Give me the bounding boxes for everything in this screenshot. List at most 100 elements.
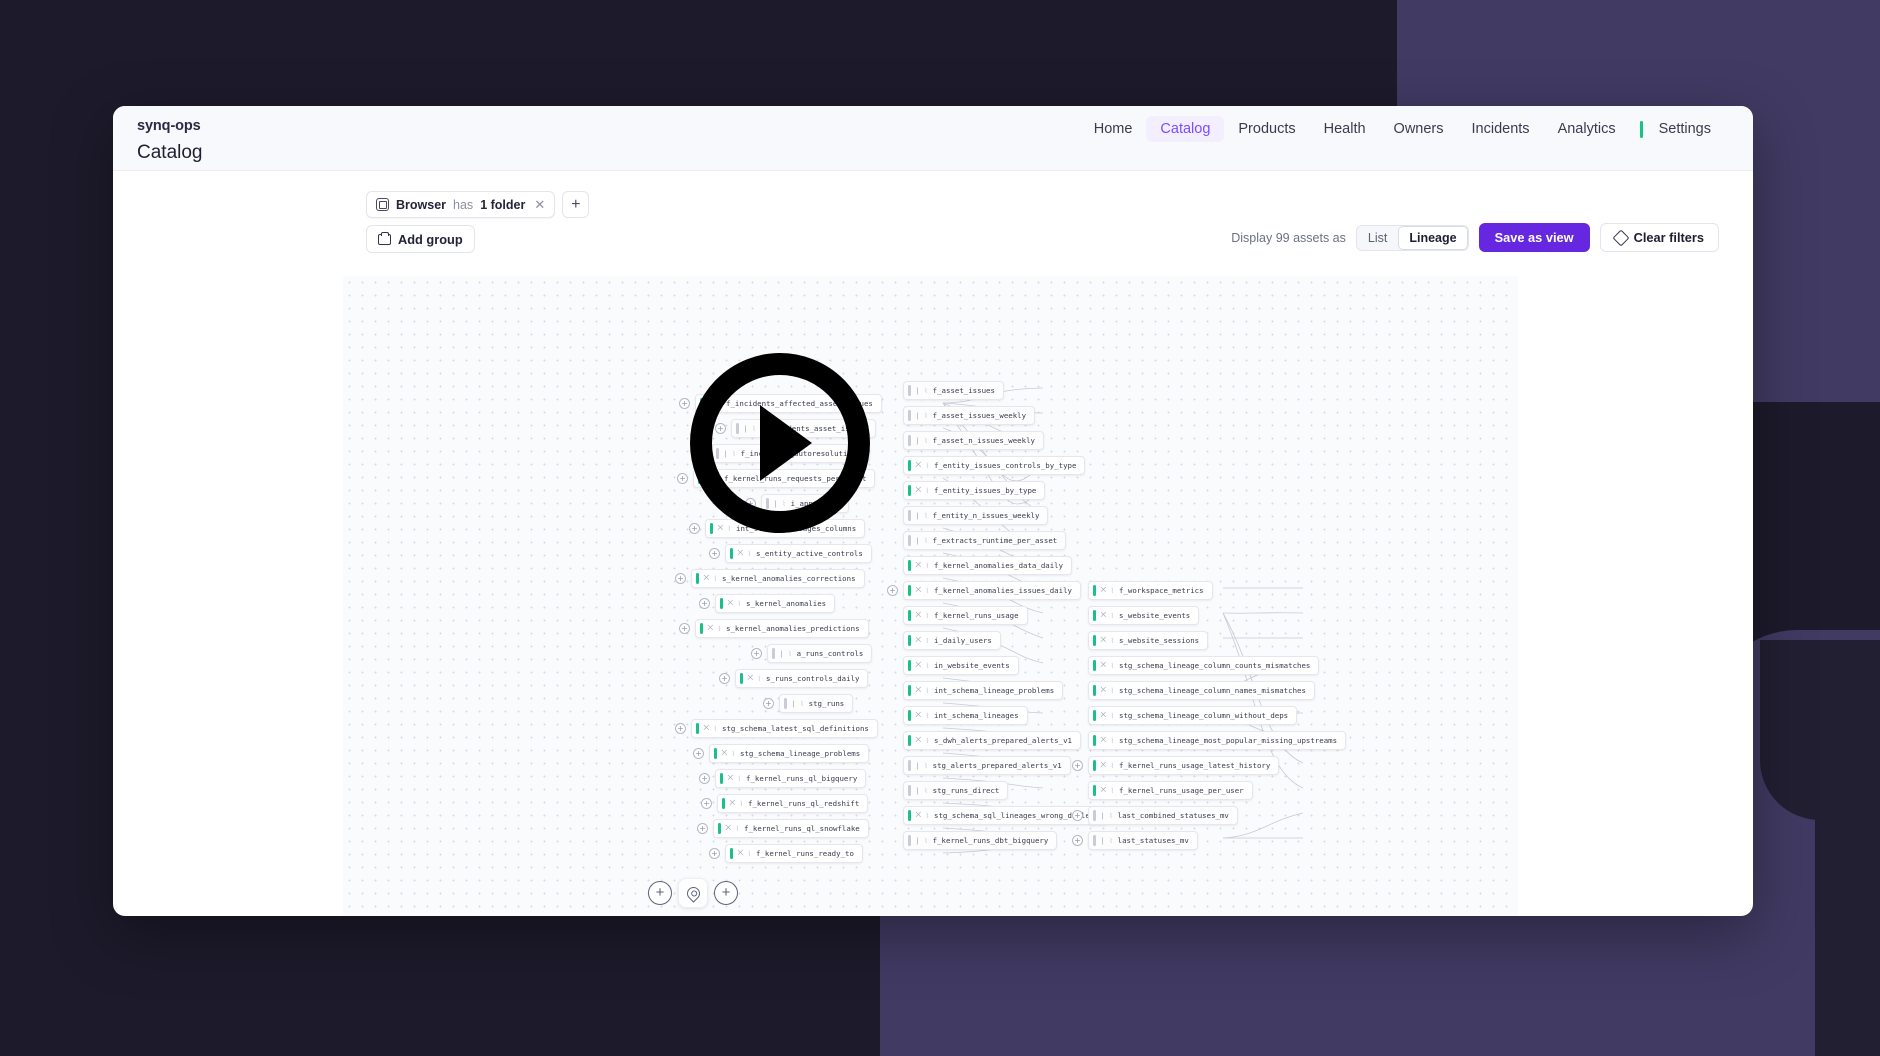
node-expander-icon[interactable]: +	[887, 585, 898, 596]
node-expander-icon[interactable]: +	[709, 848, 720, 859]
lineage-node[interactable]: ⨉ ⌇ f_kernel_runs_ql_bigquery	[715, 769, 867, 788]
lineage-node[interactable]: ⨉ ⌇ s_website_sessions	[1088, 631, 1209, 650]
lineage-node[interactable]: ∣ ⌇ stg_alerts_prepared_alerts_v1	[903, 756, 1071, 775]
node-expander-icon[interactable]: +	[719, 673, 730, 684]
zoom-in-button-left[interactable]: +	[648, 881, 672, 905]
lineage-node[interactable]: ⨉ ⌇ f_kernel_anomalies_data_daily	[903, 556, 1073, 575]
lineage-node[interactable]: ⨉ ⌇ f_kernel_runs_usage	[903, 606, 1028, 625]
lineage-node[interactable]: ⨉ ⌇ s_kernel_anomalies_corrections	[691, 569, 865, 588]
node-expander-icon[interactable]: +	[763, 698, 774, 709]
nav-item-settings[interactable]: Settings	[1645, 116, 1725, 142]
lineage-node[interactable]: ⨉ ⌇ in_website_events	[903, 656, 1019, 675]
source-icon: ⌇	[731, 749, 736, 758]
lineage-node[interactable]: ∣ ⌇ f_extracts_runtime_per_asset	[903, 531, 1067, 550]
lineage-node[interactable]: ∣ ⌇ stg_runs	[779, 694, 854, 713]
lineage-canvas[interactable]: + ⨉ ⌇ f_incidents_affected_asset_issues + ∣ ⌇ f…	[343, 276, 1518, 916]
display-count-label: Display 99 assets as	[1231, 230, 1346, 245]
view-mode-list[interactable]: List	[1357, 226, 1398, 250]
lineage-node[interactable]: ∣ ⌇ f_asset_issues_weekly	[903, 406, 1036, 425]
lineage-node[interactable]: ⨉ ⌇ s_kernel_anomalies	[715, 594, 836, 613]
source-icon: ⌇	[737, 599, 742, 608]
lineage-node[interactable]: ∣ ⌇ a_runs_controls	[767, 644, 873, 663]
play-button-overlay[interactable]	[690, 353, 870, 533]
workspace-brand[interactable]: synq-ops	[137, 118, 201, 134]
nav-item-catalog[interactable]: Catalog	[1146, 116, 1225, 142]
close-icon[interactable]: ✕	[532, 197, 545, 213]
asset-type-icon: ∣	[915, 511, 920, 520]
asset-type-icon: ⨉	[1100, 786, 1107, 794]
node-expander-icon[interactable]: +	[675, 573, 686, 584]
lineage-node[interactable]: ⨉ ⌇ stg_schema_latest_sql_definitions	[691, 719, 878, 738]
lineage-node[interactable]: ⨉ ⌇ f_entity_issues_controls_by_type	[903, 456, 1086, 475]
lineage-node[interactable]: ⨉ ⌇ s_website_events	[1088, 606, 1200, 625]
lineage-node[interactable]: ∣ ⌇ f_entity_n_issues_weekly	[903, 506, 1049, 525]
lineage-node[interactable]: ⨉ ⌇ s_runs_controls_daily	[735, 669, 869, 688]
lineage-node[interactable]: ⨉ ⌇ int_schema_lineages	[903, 706, 1028, 725]
nav-item-incidents[interactable]: Incidents	[1458, 116, 1544, 142]
lineage-node[interactable]: ⨉ ⌇ int_schema_lineage_problems	[903, 681, 1064, 700]
node-expander-icon[interactable]: +	[751, 648, 762, 659]
view-mode-lineage[interactable]: Lineage	[1398, 225, 1468, 250]
save-as-view-button[interactable]: Save as view	[1478, 223, 1590, 252]
node-expander-icon[interactable]: +	[697, 823, 708, 834]
node-expander-icon[interactable]: +	[701, 798, 712, 809]
lineage-node[interactable]: ∣ ⌇ f_kernel_runs_dbt_bigquery	[903, 831, 1058, 850]
node-expander-icon[interactable]: +	[679, 398, 690, 409]
lineage-node[interactable]: ⨉ ⌇ s_dwh_alerts_prepared_alerts_v1	[903, 731, 1081, 750]
node-expander-icon[interactable]: +	[675, 723, 686, 734]
node-expander-icon[interactable]: +	[1072, 760, 1083, 771]
node-expander-icon[interactable]: +	[1072, 810, 1083, 821]
lineage-node[interactable]: ⨉ ⌇ stg_schema_lineage_column_counts_misma…	[1088, 656, 1320, 675]
node-expander-icon[interactable]: +	[1072, 835, 1083, 846]
lineage-node[interactable]: ⨉ ⌇ f_workspace_metrics	[1088, 581, 1213, 600]
lineage-node[interactable]: ⨉ ⌇ f_kernel_runs_ql_redshift	[717, 794, 869, 813]
add-filter-button[interactable]: +	[562, 191, 590, 218]
clear-filters-button[interactable]: Clear filters	[1599, 223, 1719, 252]
lineage-node[interactable]: ∣ ⌇ stg_runs_direct	[903, 781, 1009, 800]
lineage-node[interactable]: ⨉ ⌇ f_entity_issues_by_type	[903, 481, 1046, 500]
nav-item-analytics[interactable]: Analytics	[1544, 116, 1630, 142]
map-pin-button[interactable]	[678, 878, 708, 908]
status-bar-healthy	[1093, 660, 1096, 671]
node-expander-icon[interactable]: +	[699, 773, 710, 784]
lineage-node[interactable]: ⨉ ⌇ s_kernel_anomalies_predictions	[695, 619, 869, 638]
lineage-node[interactable]: ⨉ ⌇ stg_schema_lineage_problems	[709, 744, 870, 763]
lineage-node[interactable]: ⨉ ⌇ stg_schema_lineage_column_names_mismat…	[1088, 681, 1315, 700]
nav-item-products[interactable]: Products	[1224, 116, 1309, 142]
lineage-node[interactable]: ∣ ⌇ last_combined_statuses_mv	[1088, 806, 1238, 825]
nav-item-home[interactable]: Home	[1080, 116, 1147, 142]
lineage-node-label: last_combined_statuses_mv	[1117, 811, 1229, 820]
lineage-node[interactable]: ⨉ ⌇ f_kernel_runs_ready_to	[725, 844, 863, 863]
status-bar-neutral	[784, 698, 787, 709]
source-icon: ⌇	[1109, 811, 1113, 820]
lineage-node[interactable]: ∣ ⌇ last_statuses_mv	[1088, 831, 1198, 850]
node-expander-icon[interactable]: +	[679, 623, 690, 634]
lineage-node[interactable]: ⨉ ⌇ f_kernel_runs_usage_latest_history	[1088, 756, 1280, 775]
lineage-node-label: stg_schema_lineage_column_names_mismatch…	[1119, 686, 1306, 695]
status-bar-healthy	[718, 823, 721, 834]
zoom-in-button-right[interactable]: +	[714, 881, 738, 905]
filter-chip-browser[interactable]: Browser has 1 folder ✕	[366, 191, 556, 218]
lineage-node-label: f_extracts_runtime_per_asset	[932, 536, 1058, 545]
lineage-node[interactable]: ⨉ ⌇ stg_schema_lineage_column_without_deps	[1088, 706, 1298, 725]
asset-type-icon: ⨉	[737, 549, 744, 557]
node-expander-icon[interactable]: +	[699, 598, 710, 609]
nav-item-health[interactable]: Health	[1310, 116, 1380, 142]
status-bar-neutral	[772, 648, 775, 659]
lineage-node[interactable]: ⨉ ⌇ f_kernel_anomalies_issues_daily	[903, 581, 1081, 600]
lineage-node[interactable]: ⨉ ⌇ stg_schema_lineage_most_popular_missin…	[1088, 731, 1347, 750]
status-bar-healthy	[722, 798, 725, 809]
nav-item-owners[interactable]: Owners	[1380, 116, 1458, 142]
node-expander-icon[interactable]: +	[677, 473, 688, 484]
lineage-node[interactable]: ∣ ⌇ f_asset_issues	[903, 381, 1004, 400]
status-bar-healthy	[1093, 785, 1096, 796]
lineage-node-label: f_asset_issues	[932, 386, 995, 395]
node-expander-icon[interactable]: +	[709, 548, 720, 559]
lineage-node[interactable]: ⨉ ⌇ i_daily_users	[903, 631, 1001, 650]
lineage-node[interactable]: ⨉ ⌇ f_kernel_runs_ql_snowflake	[713, 819, 869, 838]
lineage-node[interactable]: ⨉ ⌇ f_kernel_runs_usage_per_user	[1088, 781, 1253, 800]
add-group-button[interactable]: Add group	[366, 225, 475, 253]
node-expander-icon[interactable]: +	[693, 748, 704, 759]
lineage-node[interactable]: ∣ ⌇ f_asset_n_issues_weekly	[903, 431, 1044, 450]
lineage-node[interactable]: ⨉ ⌇ s_entity_active_controls	[725, 544, 872, 563]
